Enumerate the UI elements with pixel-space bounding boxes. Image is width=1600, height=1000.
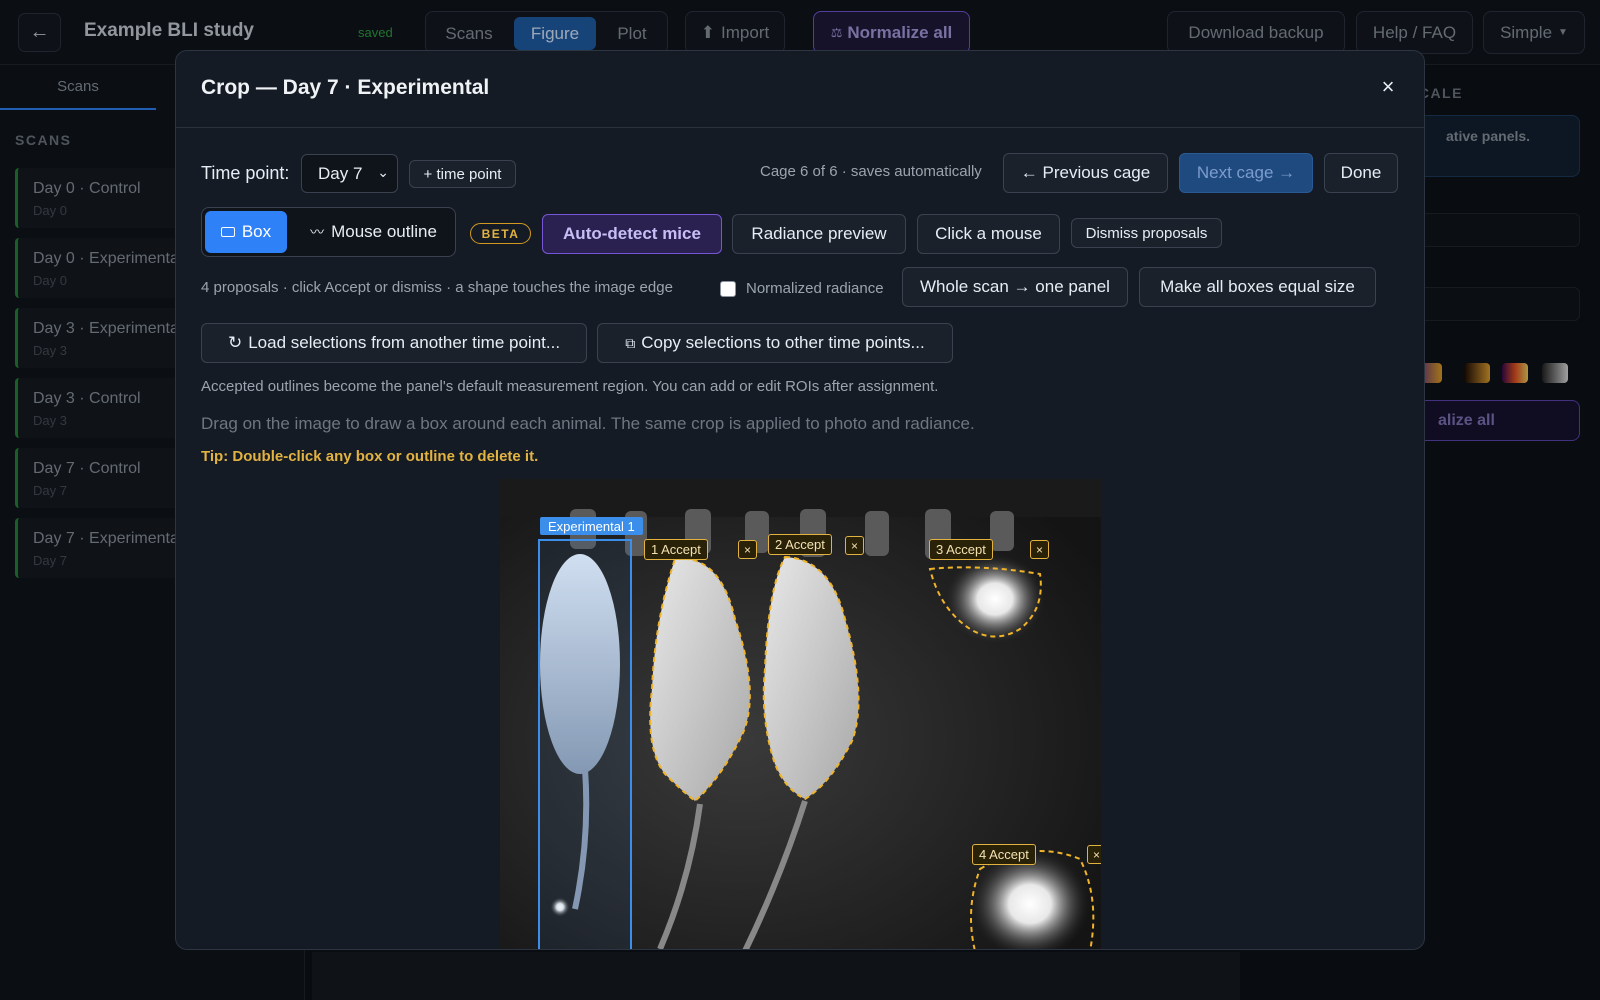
click-mouse-button[interactable]: Click a mouse xyxy=(917,214,1060,254)
time-point-select[interactable]: Day 7 ⌄ xyxy=(301,154,398,193)
time-point-label: Time point: xyxy=(201,163,290,183)
load-selections-label: Load selections from another time point.… xyxy=(248,333,561,352)
squiggle-icon: 〰 xyxy=(310,224,325,240)
draw-mode-toggle: Box 〰 Mouse outline xyxy=(201,207,456,257)
region-label-experimental-1[interactable]: Experimental 1 xyxy=(540,517,643,535)
mode-outline-button[interactable]: 〰 Mouse outline xyxy=(301,211,446,253)
reload-icon: ↻ xyxy=(227,333,243,352)
dismiss-proposal-2-icon[interactable]: × xyxy=(845,536,864,555)
equal-size-button[interactable]: Make all boxes equal size xyxy=(1139,267,1376,307)
load-selections-button[interactable]: ↻ Load selections from another time poin… xyxy=(201,323,587,363)
dismiss-proposal-4-icon[interactable]: × xyxy=(1087,845,1101,864)
time-point-value: Day 7 xyxy=(318,163,363,183)
cage-info: Cage 6 of 6 · saves automatically xyxy=(760,163,982,180)
dismiss-proposal-1-icon[interactable]: × xyxy=(738,540,757,559)
dismiss-proposal-3-icon[interactable]: × xyxy=(1030,540,1049,559)
accept-proposal-1-button[interactable]: 1 Accept xyxy=(644,539,708,560)
normalized-radiance-checkbox[interactable] xyxy=(720,281,736,297)
proposals-status: 4 proposals · click Accept or dismiss · … xyxy=(201,279,673,296)
previous-cage-button[interactable]: ← Previous cage xyxy=(1003,153,1168,193)
accepted-outlines-help: Accepted outlines become the panel's def… xyxy=(201,378,939,395)
accept-proposal-3-button[interactable]: 3 Accept xyxy=(929,539,993,560)
done-button[interactable]: Done xyxy=(1324,153,1398,193)
dismiss-proposals-button[interactable]: Dismiss proposals xyxy=(1071,218,1222,248)
normalized-radiance-label: Normalized radiance xyxy=(746,280,884,297)
add-time-point-button[interactable]: + time point xyxy=(409,160,516,188)
mode-outline-label: Mouse outline xyxy=(331,222,437,241)
delete-tip: Tip: Double-click any box or outline to … xyxy=(201,448,539,465)
chevron-down-icon: ⌄ xyxy=(377,164,389,180)
close-icon[interactable]: × xyxy=(1374,73,1402,101)
radiance-preview-button[interactable]: Radiance preview xyxy=(732,214,906,254)
accept-proposal-4-button[interactable]: 4 Accept xyxy=(972,844,1036,865)
mode-box-button[interactable]: Box xyxy=(205,211,287,253)
auto-detect-button[interactable]: Auto-detect mice xyxy=(542,214,722,254)
crop-modal: Crop — Day 7 · Experimental × Time point… xyxy=(175,50,1425,950)
beta-badge: BETA xyxy=(470,223,531,244)
scan-image-canvas[interactable]: Experimental 1 1 Accept × 2 Accept × 3 A… xyxy=(500,479,1101,949)
modal-header: Crop — Day 7 · Experimental × xyxy=(176,51,1424,128)
accept-proposal-2-button[interactable]: 2 Accept xyxy=(768,534,832,555)
rectangle-icon xyxy=(220,227,235,237)
copy-selections-label: Copy selections to other time points... xyxy=(641,333,925,352)
modal-title: Crop — Day 7 · Experimental xyxy=(201,76,490,99)
copy-icon: ⧉ xyxy=(625,334,636,351)
mode-box-label: Box xyxy=(241,222,272,241)
whole-scan-button[interactable]: Whole scan → one panel xyxy=(902,267,1128,307)
copy-selections-button[interactable]: ⧉ Copy selections to other time points..… xyxy=(597,323,953,363)
drag-instructions: Drag on the image to draw a box around e… xyxy=(201,414,975,433)
next-cage-button[interactable]: Next cage → xyxy=(1179,153,1313,193)
